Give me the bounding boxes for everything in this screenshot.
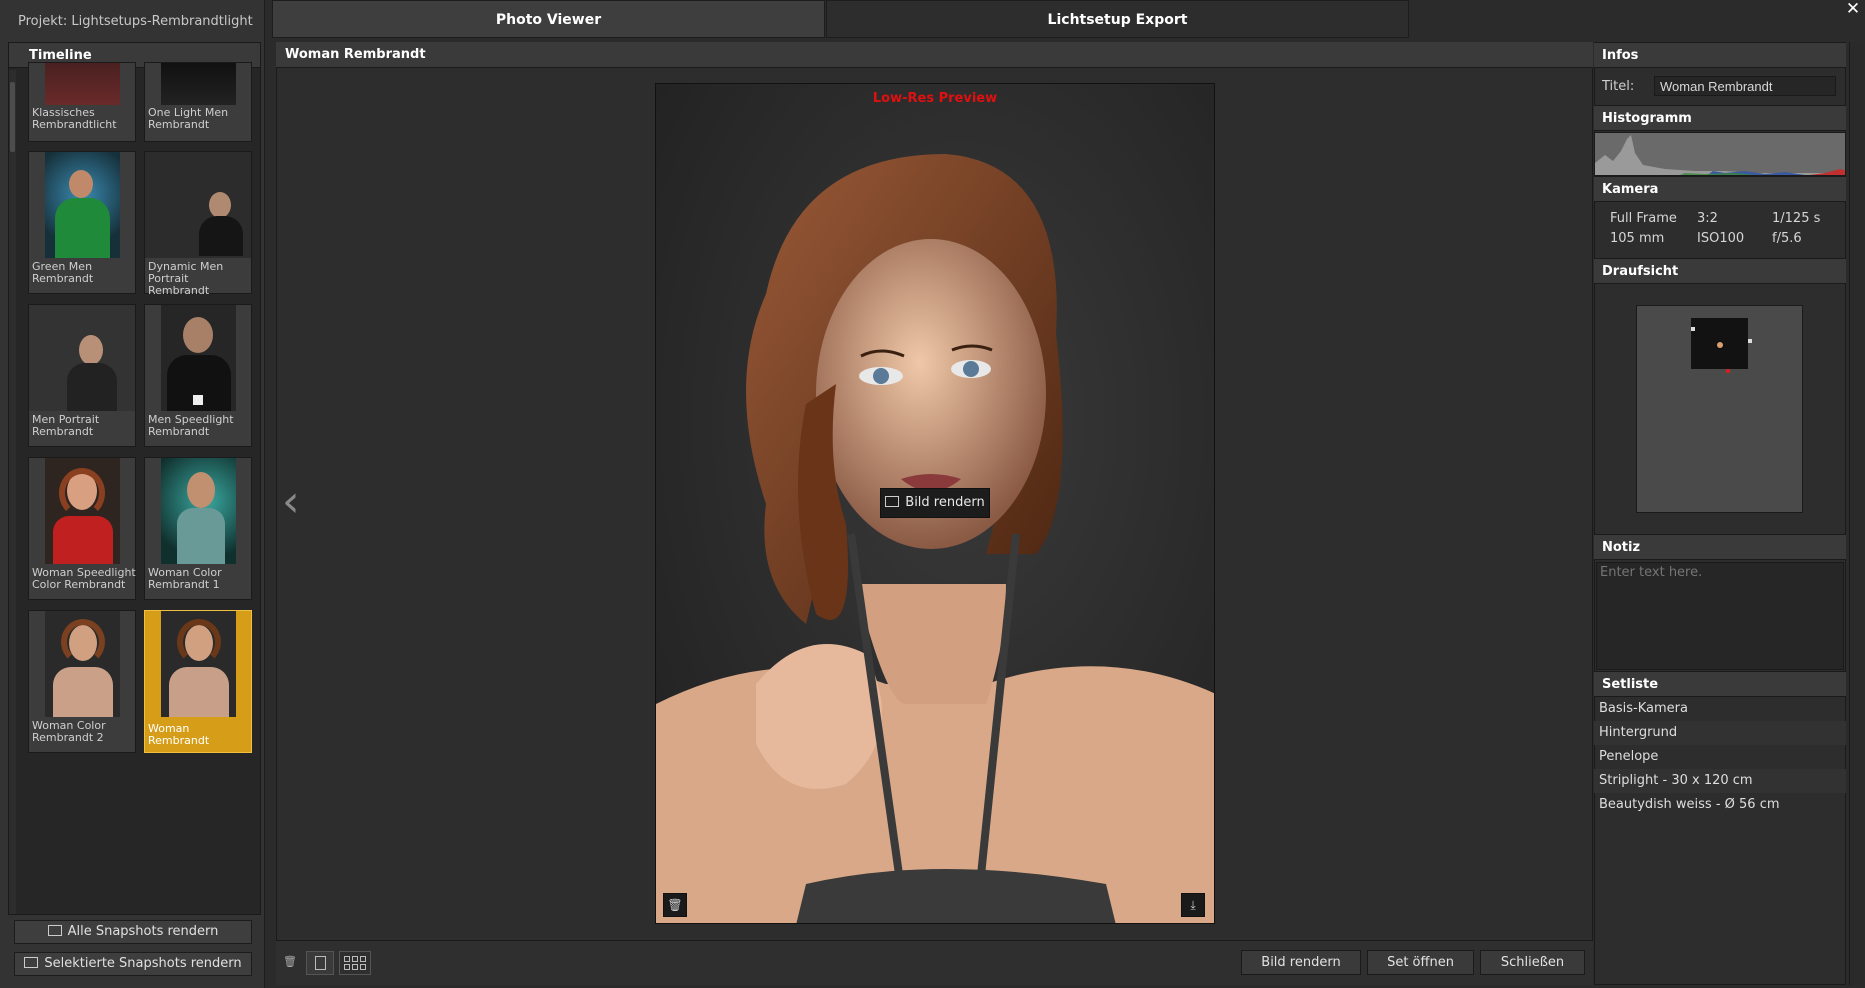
camera-iso: ISO100 — [1697, 231, 1745, 246]
thumbnail-image — [45, 458, 120, 564]
setlist-header: Setliste — [1594, 671, 1846, 697]
timeline-item[interactable]: Men Speedlight Rembrandt — [144, 304, 252, 447]
title-label: Titel: — [1602, 79, 1635, 94]
timeline-item[interactable]: Woman Speedlight Color Rembrandt — [28, 457, 136, 600]
render-selected-snapshots-button[interactable]: Selektierte Snapshots rendern — [14, 952, 252, 976]
render-icon — [24, 957, 39, 968]
setlist-item[interactable]: Beautydish weiss - Ø 56 cm — [1594, 793, 1846, 817]
timeline-item-label: Woman Speedlight Color Rembrandt — [32, 566, 136, 591]
timeline-item-selected[interactable]: Woman Rembrandt — [144, 610, 252, 753]
render-icon — [47, 925, 62, 936]
single-view-icon[interactable] — [306, 951, 334, 975]
timeline-item-label: Woman Color Rembrandt 2 — [32, 719, 106, 744]
setlist-item[interactable]: Basis-Kamera — [1594, 697, 1846, 721]
tab-photo-viewer[interactable]: Photo Viewer — [272, 0, 825, 38]
histogram-header: Histogramm — [1594, 105, 1846, 131]
timeline-scrollbar[interactable] — [9, 70, 16, 914]
setlist-item[interactable]: Striplight - 30 x 120 cm — [1594, 769, 1846, 793]
camera-ratio: 3:2 — [1697, 211, 1718, 226]
thumbnail-image — [161, 63, 236, 105]
render-icon — [885, 496, 900, 507]
grid-view-icon[interactable] — [339, 951, 371, 975]
note-textarea[interactable] — [1596, 562, 1844, 670]
note-header: Notiz — [1594, 534, 1846, 560]
camera-focal-length: 105 mm — [1610, 231, 1665, 246]
tab-lichtsetup-export[interactable]: Lichtsetup Export — [826, 0, 1409, 38]
timeline-item[interactable]: Klassisches Rembrandtlicht — [28, 62, 136, 142]
render-image-overlay-button[interactable]: Bild rendern — [880, 488, 990, 518]
thumbnail-image — [161, 611, 236, 717]
thumbnail-image — [45, 63, 120, 105]
timeline-item[interactable]: Woman Color Rembrandt 2 — [28, 610, 136, 753]
timeline-item[interactable]: Woman Color Rembrandt 1 — [144, 457, 252, 600]
previous-arrow-icon[interactable]: ‹ — [282, 480, 306, 528]
export-icon[interactable]: ⤓ — [1181, 893, 1205, 917]
thumbnail-image — [45, 152, 120, 258]
timeline-scrollbar-thumb[interactable] — [10, 82, 15, 152]
open-set-button[interactable]: Set öffnen — [1367, 950, 1474, 975]
timeline-item-label: Klassisches Rembrandtlicht — [32, 106, 117, 131]
right-scrollbar[interactable] — [1849, 42, 1863, 985]
thumbnail-image — [45, 611, 120, 717]
camera-header: Kamera — [1594, 176, 1846, 202]
histogram — [1594, 132, 1846, 176]
camera-marker-icon[interactable] — [1726, 369, 1730, 373]
timeline-item-label: Dynamic Men Portrait Rembrandt — [148, 260, 224, 297]
timeline-item[interactable]: Dynamic Men Portrait Rembrandt — [144, 151, 252, 297]
trash-icon[interactable]: 🗑 — [283, 955, 297, 969]
setlist-item[interactable]: Penelope — [1594, 745, 1846, 769]
setlist-item[interactable]: Hintergrund — [1594, 721, 1846, 745]
timeline-item-label: Woman Color Rembrandt 1 — [148, 566, 222, 591]
camera-format: Full Frame — [1610, 211, 1677, 226]
close-icon[interactable]: ✕ — [1843, 0, 1863, 20]
timeline-item-label: Woman Rembrandt — [148, 722, 210, 747]
timeline-item[interactable]: Green Men Rembrandt — [28, 151, 136, 294]
camera-aperture: f/5.6 — [1772, 231, 1802, 246]
low-res-preview-label: Low-Res Preview — [872, 91, 998, 106]
close-button[interactable]: Schließen — [1480, 950, 1585, 975]
timeline-item-label: Men Portrait Rembrandt — [32, 413, 100, 438]
project-title: Projekt: Lightsetups-Rembrandtlight — [18, 14, 253, 29]
infos-header: Infos — [1594, 42, 1846, 68]
topview-stage — [1691, 318, 1748, 369]
timeline-item-label: One Light Men Rembrandt — [148, 106, 229, 131]
thumbnail-image — [161, 458, 236, 564]
render-image-button[interactable]: Bild rendern — [1241, 950, 1361, 975]
topview-header: Draufsicht — [1594, 258, 1846, 284]
render-all-snapshots-button[interactable]: Alle Snapshots rendern — [14, 920, 252, 944]
thumbnail-image — [161, 305, 236, 411]
camera-shutter: 1/125 s — [1772, 211, 1821, 226]
timeline-item[interactable]: Men Portrait Rembrandt — [28, 304, 136, 447]
timeline-item-label: Green Men Rembrandt — [32, 260, 94, 285]
light-marker-icon[interactable] — [1691, 327, 1695, 331]
thumbnail-image — [145, 152, 251, 258]
trash-icon[interactable]: 🗑 — [663, 893, 687, 917]
title-field[interactable] — [1654, 76, 1836, 96]
viewer-title: Woman Rembrandt — [276, 42, 1593, 68]
light-marker-icon[interactable] — [1748, 339, 1752, 343]
timeline-item[interactable]: One Light Men Rembrandt — [144, 62, 252, 142]
thumbnail-image — [29, 305, 135, 411]
timeline-item-label: Men Speedlight Rembrandt — [148, 413, 234, 438]
